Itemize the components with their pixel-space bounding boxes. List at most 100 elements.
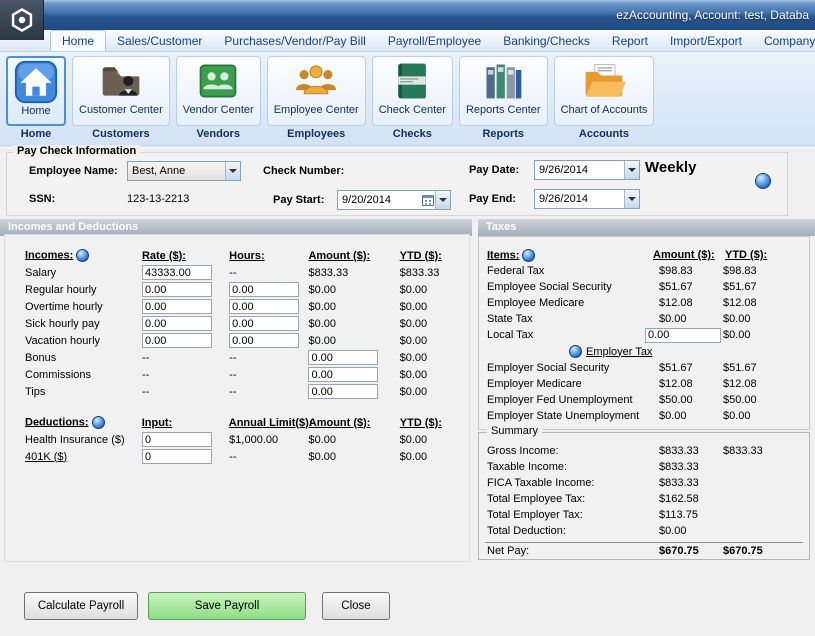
tax-row-federal-tax: Federal Tax$98.83$98.83 bbox=[479, 263, 809, 279]
rate-input-overtime-hourly[interactable] bbox=[142, 299, 212, 314]
menu-item-sales-customer[interactable]: Sales/Customer bbox=[106, 31, 213, 51]
amount-value: $0.00 bbox=[308, 318, 336, 330]
taxes-section-header: Taxes bbox=[478, 219, 815, 236]
tax-ytd-value: $0.00 bbox=[723, 410, 751, 422]
menu-item-payroll-employee[interactable]: Payroll/Employee bbox=[377, 31, 492, 51]
amount-input-bonus[interactable] bbox=[308, 350, 378, 365]
tax-ytd-value: $51.67 bbox=[723, 281, 757, 293]
hours-input-vacation-hourly[interactable] bbox=[229, 333, 299, 348]
hours-input-regular-hourly[interactable] bbox=[229, 282, 299, 297]
toolbar-group-caption: Employees bbox=[287, 128, 345, 140]
toolbar-button-home[interactable]: HomeHome bbox=[6, 56, 66, 140]
toolbar-button-vendor-center[interactable]: Vendor Center Vendors bbox=[176, 56, 261, 140]
paycheck-help-globe-icon[interactable] bbox=[755, 173, 771, 189]
menu-item-purchases-vendor-pay-bill[interactable]: Purchases/Vendor/Pay Bill bbox=[213, 31, 376, 51]
toolbar-button-check-center[interactable]: Check CenterChecks bbox=[372, 56, 453, 140]
summary-label: Taxable Income: bbox=[487, 461, 659, 473]
toolbar-button-label: Employee Center bbox=[274, 104, 359, 116]
hours-value: -- bbox=[229, 386, 236, 398]
amount-value: $0.00 bbox=[308, 335, 336, 347]
reports-center-icon bbox=[481, 59, 525, 103]
tax-amount-value: $0.00 bbox=[659, 410, 687, 422]
tax-ytd-value: $50.00 bbox=[723, 394, 757, 406]
toolbar-tile-check-center[interactable]: Check Center bbox=[372, 56, 453, 126]
hours-input-overtime-hourly[interactable] bbox=[229, 299, 299, 314]
rate-input-salary[interactable] bbox=[142, 265, 212, 280]
incomes-help-globe-icon[interactable] bbox=[76, 249, 89, 262]
ytd-value: $0.00 bbox=[400, 301, 428, 313]
tax-label: Employee Medicare bbox=[487, 297, 659, 309]
tax-row-employer-state-unemployment: Employer State Unemployment$0.00$0.00 bbox=[479, 408, 809, 424]
employee-name-dropdown[interactable]: Best, Anne bbox=[127, 161, 241, 181]
tax-amount-value: $51.67 bbox=[659, 362, 693, 374]
toolbar-tile-vendor-center[interactable]: Vendor Center bbox=[176, 56, 261, 126]
toolbar-tile-customer-center[interactable]: Customer Center bbox=[72, 56, 170, 126]
summary-label: Net Pay: bbox=[487, 545, 659, 557]
rate-input-sick-hourly-pay[interactable] bbox=[142, 316, 212, 331]
app-logo-button[interactable] bbox=[0, 0, 44, 40]
tax-label: Employee Social Security bbox=[487, 281, 659, 293]
toolbar-button-chart-of-accounts[interactable]: Chart of AccountsAccounts bbox=[554, 56, 655, 140]
amount-input-tips[interactable] bbox=[308, 384, 378, 399]
ytd-value: $0.00 bbox=[400, 284, 428, 296]
toolbar-tile-home[interactable]: Home bbox=[6, 56, 66, 126]
close-button[interactable]: Close bbox=[322, 592, 390, 620]
pay-start-dropdown-arrow-icon[interactable] bbox=[435, 191, 450, 209]
rate-value: -- bbox=[142, 369, 149, 381]
pay-end-dropdown[interactable]: 9/26/2014 bbox=[534, 189, 640, 209]
deductions-help-globe-icon[interactable] bbox=[92, 416, 105, 429]
local-tax-input[interactable] bbox=[645, 328, 721, 343]
amount-input-commissions[interactable] bbox=[308, 367, 378, 382]
hours-input-sick-hourly-pay[interactable] bbox=[229, 316, 299, 331]
menu-item-banking-checks[interactable]: Banking/Checks bbox=[492, 31, 601, 51]
tax-label: Employer State Unemployment bbox=[487, 410, 659, 422]
toolbar-tile-reports-center[interactable]: Reports Center bbox=[459, 56, 548, 126]
save-payroll-button[interactable]: Save Payroll bbox=[148, 592, 306, 620]
deduction-input-401k[interactable] bbox=[142, 449, 212, 464]
calculate-payroll-button[interactable]: Calculate Payroll bbox=[24, 592, 138, 620]
summary-value: $833.33 bbox=[659, 461, 723, 473]
menu-item-home[interactable]: Home bbox=[50, 30, 106, 51]
annual-limit-value: $1,000.00 bbox=[229, 434, 278, 446]
toolbar-tile-chart-of-accounts[interactable]: Chart of Accounts bbox=[554, 56, 655, 126]
menu-item-report[interactable]: Report bbox=[601, 31, 659, 51]
summary-value: $113.75 bbox=[659, 509, 723, 521]
tax-label: Employer Social Security bbox=[487, 362, 659, 374]
tax-label: State Tax bbox=[487, 313, 659, 325]
incomes-header-cell: Incomes: bbox=[25, 249, 142, 262]
summary-label: FICA Taxable Income: bbox=[487, 477, 659, 489]
tax-amount-value: $0.00 bbox=[659, 313, 687, 325]
tax-amount-value: $51.67 bbox=[659, 281, 693, 293]
rate-value: -- bbox=[142, 386, 149, 398]
hours-value: -- bbox=[229, 352, 236, 364]
tax-amount-value: $98.83 bbox=[659, 265, 693, 277]
toolbar-button-customer-center[interactable]: Customer CenterCustomers bbox=[72, 56, 170, 140]
pay-date-label: Pay Date: bbox=[469, 164, 519, 176]
summary-row-taxable-income: Taxable Income:$833.33 bbox=[479, 459, 809, 475]
summary-panel: Summary Gross Income:$833.33$833.33Taxab… bbox=[478, 432, 810, 560]
pay-start-datepicker[interactable]: 9/20/2014 bbox=[337, 190, 451, 210]
customer-center-icon bbox=[99, 59, 143, 103]
pay-end-dropdown-arrow-icon[interactable] bbox=[624, 190, 639, 208]
employer-tax-help-globe-icon[interactable] bbox=[569, 345, 582, 358]
amount-value: $833.33 bbox=[308, 267, 348, 279]
summary-label: Total Deduction: bbox=[487, 525, 659, 537]
pay-date-dropdown[interactable]: 9/26/2014 bbox=[534, 160, 640, 180]
calendar-icon[interactable] bbox=[420, 194, 435, 206]
tax-ytd-value: $51.67 bbox=[723, 362, 757, 374]
pay-date-dropdown-arrow-icon[interactable] bbox=[624, 161, 639, 179]
toolbar-group-caption: Vendors bbox=[197, 128, 240, 140]
menu-item-company[interactable]: Company bbox=[753, 31, 815, 51]
taxes-help-globe-icon[interactable] bbox=[522, 249, 535, 262]
deduction-input-health-insurance[interactable] bbox=[142, 432, 212, 447]
toolbar-button-employee-center[interactable]: Employee Center Employees bbox=[267, 56, 366, 140]
items-column-header: Items: bbox=[487, 249, 519, 261]
employee-name-value: Best, Anne bbox=[128, 165, 225, 177]
toolbar-button-reports-center[interactable]: Reports CenterReports bbox=[459, 56, 548, 140]
rate-input-regular-hourly[interactable] bbox=[142, 282, 212, 297]
employee-name-dropdown-arrow-icon[interactable] bbox=[225, 162, 240, 180]
rate-input-vacation-hourly[interactable] bbox=[142, 333, 212, 348]
toolbar-tile-employee-center[interactable]: Employee Center bbox=[267, 56, 366, 126]
items-header-cell: Items: bbox=[487, 249, 659, 262]
menu-item-import-export[interactable]: Import/Export bbox=[659, 31, 753, 51]
